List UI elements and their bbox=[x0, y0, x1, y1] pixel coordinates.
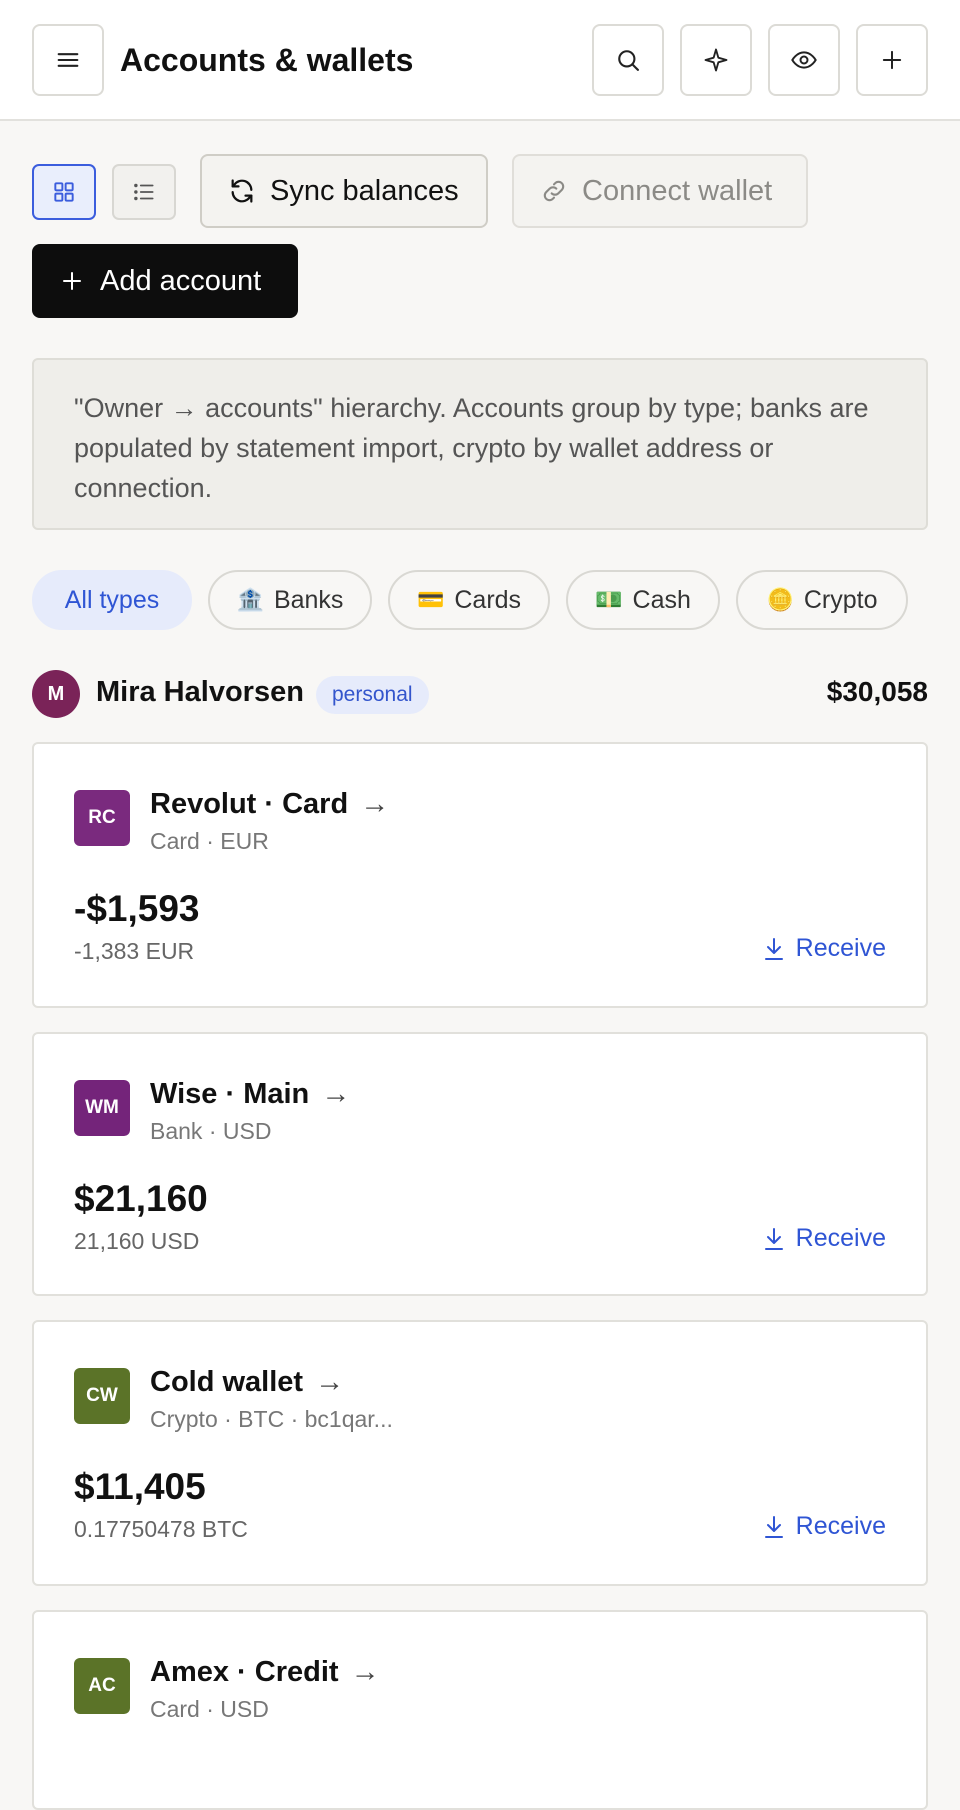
account-card[interactable]: RC Revolut · Card → Card · EUR -$1,593 -… bbox=[32, 742, 928, 1008]
account-balance: $11,405 bbox=[74, 1466, 206, 1507]
link-icon bbox=[543, 180, 565, 202]
account-type: Crypto · BTC · bc1qar... bbox=[150, 1406, 393, 1432]
account-native-balance: 21,160 USD bbox=[74, 1228, 200, 1254]
arrow-right-icon: → bbox=[315, 1366, 345, 1398]
account-native-balance: -1,383 EUR bbox=[74, 938, 195, 964]
account-avatar: CW bbox=[74, 1368, 130, 1424]
banknote-icon: 💵 bbox=[595, 587, 623, 612]
account-card[interactable]: AC Amex · Credit → Card · USD bbox=[32, 1610, 928, 1810]
account-name-link[interactable]: Amex · Credit → bbox=[150, 1656, 380, 1689]
add-account-button[interactable]: Add account bbox=[32, 244, 298, 318]
filter-crypto[interactable]: 🪙 Crypto bbox=[736, 570, 908, 630]
account-type: Card · USD bbox=[150, 1696, 269, 1722]
sync-balances-button[interactable]: Sync balances bbox=[200, 154, 488, 228]
grid-icon bbox=[54, 182, 74, 202]
hierarchy-note: "Owner → accounts" hierarchy. Accounts g… bbox=[32, 358, 928, 530]
filter-all-types[interactable]: All types bbox=[32, 570, 192, 630]
account-avatar: AC bbox=[74, 1658, 130, 1714]
filter-cash[interactable]: 💵 Cash bbox=[566, 570, 720, 630]
connect-wallet-button[interactable]: Connect wallet bbox=[512, 154, 808, 228]
filter-banks[interactable]: 🏦 Banks bbox=[208, 570, 372, 630]
account-name-link[interactable]: Revolut · Card → bbox=[150, 788, 389, 821]
account-type: Bank · USD bbox=[150, 1118, 272, 1144]
arrow-right-icon: → bbox=[360, 788, 390, 820]
account-balance: $21,160 bbox=[74, 1178, 208, 1219]
download-icon bbox=[764, 1227, 783, 1250]
plus-icon bbox=[882, 50, 902, 70]
account-avatar: RC bbox=[74, 790, 130, 846]
owner-avatar: M bbox=[32, 670, 80, 718]
grid-view-toggle[interactable] bbox=[32, 164, 96, 220]
account-name: Wise · Main bbox=[150, 1078, 310, 1110]
receive-label: Receive bbox=[795, 1512, 886, 1540]
account-avatar: WM bbox=[74, 1080, 130, 1136]
account-type: Card · EUR bbox=[150, 828, 269, 854]
owner-type-badge: personal bbox=[316, 676, 429, 714]
search-icon bbox=[618, 50, 639, 71]
toggle-visibility-button[interactable] bbox=[768, 24, 840, 96]
menu-icon bbox=[57, 53, 79, 67]
arrow-right-icon: → bbox=[321, 1078, 351, 1110]
eye-icon bbox=[791, 51, 817, 69]
app-header: Accounts & wallets bbox=[0, 0, 960, 121]
account-name-link[interactable]: Cold wallet → bbox=[150, 1366, 344, 1399]
list-view-toggle[interactable] bbox=[112, 164, 176, 220]
page-title: Accounts & wallets bbox=[120, 42, 414, 78]
refresh-icon bbox=[231, 179, 253, 203]
list-icon bbox=[134, 183, 154, 201]
receive-button[interactable]: Receive bbox=[762, 1224, 886, 1253]
filter-label: Cash bbox=[632, 585, 691, 614]
owner-name: Mira Halvorsen bbox=[96, 676, 304, 708]
account-name: Amex · Credit bbox=[150, 1656, 339, 1688]
account-name: Cold wallet bbox=[150, 1366, 304, 1398]
new-item-button[interactable] bbox=[856, 24, 928, 96]
connect-wallet-label: Connect wallet bbox=[582, 174, 773, 207]
receive-button[interactable]: Receive bbox=[762, 1512, 886, 1541]
account-name-link[interactable]: Wise · Main → bbox=[150, 1078, 350, 1111]
filter-label: Cards bbox=[454, 585, 522, 614]
sparkle-icon bbox=[704, 48, 728, 72]
menu-button[interactable] bbox=[32, 24, 104, 96]
arrow-right-icon: → bbox=[350, 1656, 380, 1688]
account-balance: -$1,593 bbox=[74, 888, 200, 929]
account-card[interactable]: WM Wise · Main → Bank · USD $21,160 21,1… bbox=[32, 1032, 928, 1296]
receive-label: Receive bbox=[795, 1224, 886, 1252]
filter-label: All types bbox=[64, 585, 160, 614]
owner-total-balance: $30,058 bbox=[826, 676, 928, 707]
download-icon bbox=[764, 937, 783, 960]
filter-label: Banks bbox=[273, 585, 344, 614]
coin-icon: 🪙 bbox=[766, 587, 794, 612]
plus-icon bbox=[63, 272, 81, 290]
receive-label: Receive bbox=[795, 934, 886, 962]
account-name: Revolut · Card bbox=[150, 788, 349, 820]
ai-assist-button[interactable] bbox=[680, 24, 752, 96]
sync-balances-label: Sync balances bbox=[270, 174, 459, 207]
credit-card-icon: 💳 bbox=[416, 587, 445, 612]
download-icon bbox=[764, 1515, 783, 1538]
account-native-balance: 0.17750478 BTC bbox=[74, 1516, 248, 1542]
search-button[interactable] bbox=[592, 24, 664, 96]
account-card[interactable]: CW Cold wallet → Crypto · BTC · bc1qar..… bbox=[32, 1320, 928, 1586]
receive-button[interactable]: Receive bbox=[762, 934, 886, 963]
bank-icon: 🏦 bbox=[236, 587, 264, 612]
add-account-label: Add account bbox=[100, 264, 262, 297]
filter-cards[interactable]: 💳 Cards bbox=[388, 570, 550, 630]
filter-label: Crypto bbox=[803, 585, 878, 614]
